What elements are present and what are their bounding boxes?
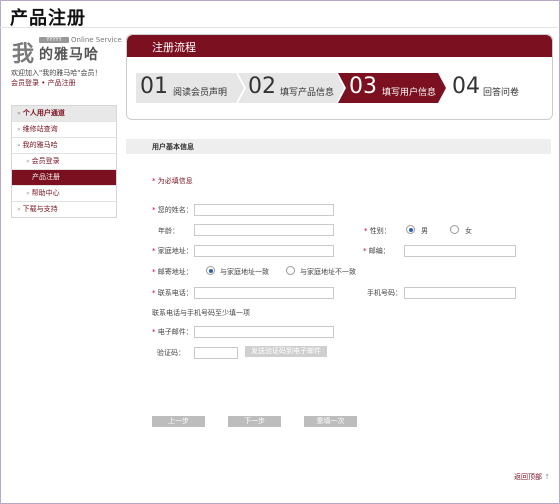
step-label: 阅读会员声明	[173, 88, 228, 98]
registration-process-panel: 注册流程 01 阅读会员声明 02 填写产品信息 03 填写用户信息 04 回答…	[126, 34, 553, 120]
sidebar-item-label: 会员登录	[31, 157, 60, 165]
gender-label: * 性别：	[364, 227, 391, 235]
breadcrumb-current: 产品注册	[47, 79, 76, 87]
gender-female-label: 女	[465, 227, 472, 235]
step-number: 03	[349, 74, 377, 99]
sidebar-item-label: 个人用户通道	[22, 109, 65, 117]
mobile-input[interactable]	[404, 287, 516, 299]
mailing-address-label-text: 邮寄地址：	[157, 268, 193, 276]
phone-hint: 联系电话与手机号码至少填一项	[152, 309, 250, 317]
arrow-right-icon: »	[17, 126, 21, 133]
brand-logo[interactable]: 我 YYYYY Online Service 的雅马哈	[11, 36, 122, 67]
welcome-text: 欢迎加入"我的雅马哈"会员！ 会员登录 • 产品注册	[11, 68, 121, 88]
sidebar-item-product-register[interactable]: 产品注册	[12, 170, 116, 186]
login-link[interactable]: 会员登录	[11, 79, 39, 87]
same-address-radio[interactable]	[206, 266, 215, 275]
home-address-input[interactable]	[194, 245, 334, 257]
section-header: 用户基本信息	[126, 139, 551, 154]
arrow-right-icon: »	[17, 142, 21, 149]
sidebar-item-my-yamaha[interactable]: » 我的雅马哈	[12, 138, 116, 154]
postcode-label: * 邮编：	[363, 247, 390, 255]
email-label-text: 电子邮件：	[157, 328, 193, 336]
name-label-text: 您的姓名：	[157, 206, 193, 214]
name-input[interactable]	[194, 204, 334, 216]
breadcrumb: 会员登录 • 产品注册	[11, 78, 121, 88]
mobile-label: 手机号码：	[367, 289, 402, 297]
step-label: 填写用户信息	[382, 88, 437, 98]
age-label: 年龄：	[158, 227, 179, 235]
logo-english: Online Service	[71, 36, 122, 44]
title-divider	[0, 27, 558, 28]
gender-label-text: 性别：	[369, 227, 391, 235]
different-address-radio[interactable]	[286, 266, 295, 275]
home-address-label-text: 家庭地址：	[157, 247, 193, 255]
send-captcha-button[interactable]: 发送验证码到电子邮件	[245, 346, 327, 357]
section-title: 用户基本信息	[152, 143, 194, 151]
step-number: 01	[140, 74, 168, 99]
step-label: 填写产品信息	[280, 88, 335, 98]
process-title: 注册流程	[152, 41, 196, 54]
process-steps: 01 阅读会员声明 02 填写产品信息 03 填写用户信息 04 回答问卷	[136, 73, 541, 103]
postcode-input[interactable]	[404, 245, 516, 257]
sidebar-item-label: 帮助中心	[31, 189, 60, 197]
process-header-bar: 注册流程	[127, 35, 552, 57]
arrow-up-icon: ↑	[544, 473, 551, 481]
welcome-line: 欢迎加入"我的雅马哈"会员！	[11, 69, 102, 77]
name-label: * 您的姓名：	[152, 206, 193, 214]
required-note: * 为必填信息	[152, 177, 193, 185]
back-to-top-text: 返回顶部	[514, 473, 542, 481]
arrow-right-icon: »	[26, 158, 30, 165]
sidebar-item-label: 维修站查询	[22, 125, 58, 133]
prev-button[interactable]: 上一步	[152, 416, 205, 427]
mailing-address-label: * 邮寄地址：	[152, 268, 193, 276]
phone-label-text: 联系电话：	[157, 289, 193, 297]
sidebar-item-download[interactable]: » 下载与支持	[12, 202, 116, 217]
age-input[interactable]	[194, 224, 334, 236]
email-label: * 电子邮件：	[152, 328, 193, 336]
sidebar-item-label: 我的雅马哈	[22, 141, 58, 149]
postcode-label-text: 邮编：	[368, 247, 390, 255]
arrow-right-icon: »	[17, 206, 21, 213]
same-address-label: 与家庭地址一致	[220, 268, 269, 276]
gender-male-label: 男	[421, 227, 428, 235]
phone-input[interactable]	[194, 287, 334, 299]
sidebar-item-member-login[interactable]: » 会员登录	[12, 154, 116, 170]
arrow-right-icon: »	[17, 110, 21, 117]
reset-button[interactable]: 重填一次	[304, 416, 357, 427]
arrow-right-icon: »	[26, 190, 30, 197]
captcha-label: 验证码：	[157, 349, 185, 357]
step-label: 回答问卷	[483, 88, 520, 98]
breadcrumb-sep: •	[39, 79, 48, 87]
logo-badge: YYYYY	[39, 37, 69, 43]
back-to-top-link[interactable]: 返回顶部 ↑	[514, 472, 550, 482]
phone-label: * 联系电话：	[152, 289, 193, 297]
gender-female-radio[interactable]	[450, 225, 459, 234]
sidebar-menu: » 个人用户通道 » 维修站查询 » 我的雅马哈 » 会员登录 产品注册 » 帮助中心 »…	[11, 105, 117, 218]
different-address-label: 与家庭地址不一致	[300, 268, 356, 276]
next-button[interactable]: 下一步	[228, 416, 281, 427]
email-input[interactable]	[194, 326, 334, 338]
sidebar-item-personal[interactable]: » 个人用户通道	[12, 106, 116, 122]
sidebar-item-help[interactable]: » 帮助中心	[12, 186, 116, 202]
sidebar-item-service-station[interactable]: » 维修站查询	[12, 122, 116, 138]
step-number: 02	[248, 74, 276, 99]
required-note-text: 为必填信息	[157, 177, 193, 185]
sidebar-item-label: 下载与支持	[22, 205, 58, 213]
captcha-input[interactable]	[194, 347, 238, 359]
logo-text: 的雅马哈	[39, 47, 99, 63]
logo-char: 我	[12, 42, 35, 67]
sidebar-item-label: 产品注册	[32, 173, 60, 181]
home-address-label: * 家庭地址：	[152, 247, 193, 255]
gender-male-radio[interactable]	[406, 225, 415, 234]
step-number: 04	[452, 74, 480, 99]
